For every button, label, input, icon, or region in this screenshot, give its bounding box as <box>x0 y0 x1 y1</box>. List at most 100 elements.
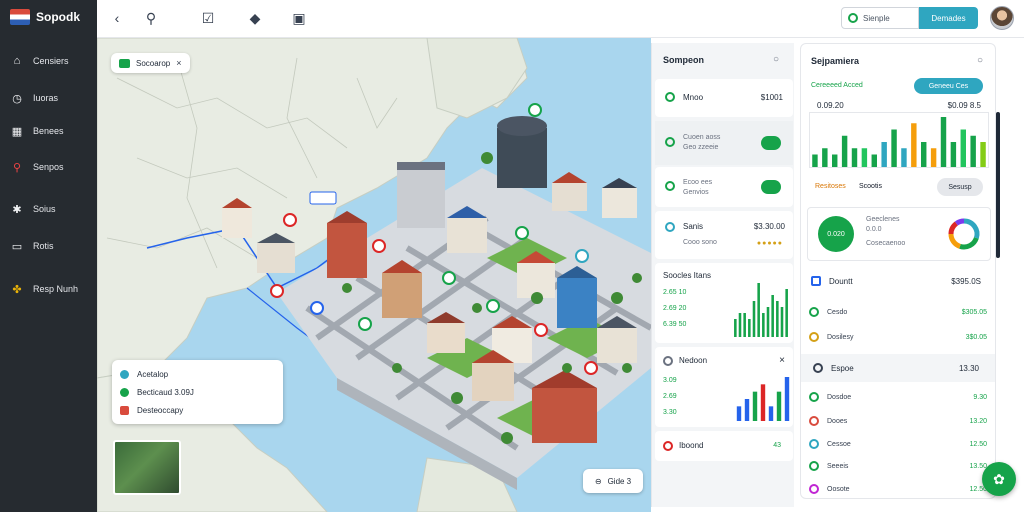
settings-icon: ✱ <box>12 203 22 216</box>
legend-label: Scootis <box>859 183 882 190</box>
row-sublabel: Genvios <box>683 189 709 196</box>
donut-slice <box>959 237 979 250</box>
chart-row-label: 3.09 <box>663 377 677 384</box>
list-item[interactable]: Oosote 12.50 <box>809 481 987 497</box>
close-icon[interactable]: × <box>779 355 785 366</box>
period-button[interactable]: Geneeu Ces <box>914 78 983 94</box>
zoom-label: Gide 3 <box>607 476 632 486</box>
settings-icon[interactable]: ○ <box>977 55 983 66</box>
sidebar-item-senpos[interactable]: ⚲ Senpos <box>11 161 64 174</box>
sidebar-item-rotis[interactable]: ▭ Rotis <box>11 240 54 253</box>
search-status-icon <box>848 13 858 23</box>
tag-icon[interactable]: ◆ <box>247 10 263 26</box>
leaf-icon: ✿ <box>993 470 1005 487</box>
monitor-icon: ▭ <box>11 240 23 253</box>
sidebar-item-label: Censiers <box>33 56 69 66</box>
legend-label: Desteoccapy <box>137 405 184 415</box>
chart-bar <box>768 406 774 421</box>
sidebar-item-benees[interactable]: ▦ Benees <box>11 125 64 138</box>
sidebar-item-resp-nunh[interactable]: ✤ Resp Nunh <box>11 283 78 296</box>
map-legend: Acetalop Becticaud 3.09J Desteoccapy <box>112 360 283 424</box>
list-item-label: Dosdoe <box>827 393 852 401</box>
legend-item[interactable]: Desteoccapy <box>120 401 275 419</box>
legend-label: Resitoses <box>815 183 846 190</box>
summary-row[interactable]: Sanis $3.30.00 Cooo sono ●●●●● <box>655 211 793 259</box>
status-icon <box>665 137 675 147</box>
settings-icon[interactable]: ○ <box>773 54 779 65</box>
section-icon <box>811 276 821 286</box>
summary-row[interactable]: Ecoo ees Genvios <box>655 167 793 207</box>
legend-dot-icon <box>120 405 129 415</box>
sidebar-item-label: Benees <box>33 126 64 136</box>
summary-row[interactable]: Cuoen aoss Geo zzeeie <box>655 121 793 165</box>
donut-slice <box>963 218 980 239</box>
inbox-icon[interactable]: ▣ <box>291 10 307 26</box>
legend-item[interactable]: Becticaud 3.09J <box>120 383 275 401</box>
floating-action-button[interactable]: ✿ <box>982 462 1016 496</box>
chart-bar <box>784 377 790 421</box>
list-item[interactable]: Cessoe 12.50 <box>809 436 987 452</box>
list-item[interactable]: Seeeis 13.50 <box>809 458 987 474</box>
status-icon <box>665 222 675 232</box>
chart-bar <box>970 135 976 167</box>
brand[interactable]: Sopodk <box>10 9 80 25</box>
avatar[interactable] <box>990 6 1014 30</box>
chart-bar <box>766 307 770 337</box>
chart-bar <box>851 148 858 167</box>
chart-frame <box>809 112 989 168</box>
search-input[interactable]: Sienple <box>841 7 919 29</box>
map-view[interactable]: Socoarop × Acetalop Becticaud 3.09J Dest… <box>97 38 651 512</box>
donut-card: 0.020 Geeclenes 0.0.0 Cosecaenoo <box>807 207 991 261</box>
donut-sublabel: Cosecaenoo <box>866 240 906 247</box>
list-item[interactable]: Dosilesy 3$0.05 <box>809 329 987 345</box>
chart-bar <box>841 135 848 167</box>
sidebar-item-label: Iuoras <box>33 93 59 103</box>
filter-button[interactable]: Sesusp <box>937 178 983 196</box>
legend-item[interactable]: Acetalop <box>120 365 275 383</box>
back-icon[interactable]: ‹ <box>109 10 125 26</box>
sidebar-item-soius[interactable]: ✱ Soius <box>11 203 55 216</box>
section-header[interactable]: Dountt $395.0S <box>807 270 991 292</box>
chart-bar <box>744 399 750 421</box>
home-icon: ⌂ <box>13 55 21 67</box>
street-view-thumbnail[interactable] <box>113 440 181 495</box>
sidebar-item-censiers[interactable]: ⌂ Censiers <box>11 55 69 67</box>
primary-button[interactable]: Demades <box>919 7 978 29</box>
status-icon <box>809 307 819 317</box>
checkbox-icon[interactable]: ☑ <box>200 10 216 26</box>
list-item[interactable]: Dosdoe 9.30 <box>809 389 987 405</box>
sidebar-item-iuoras[interactable]: ◷ Iuoras <box>11 92 59 105</box>
top-bar: ‹ ⚲ ☑ ◆ ▣ Sienple Demades <box>97 0 1024 38</box>
donut-slice <box>948 221 959 235</box>
row-label: Sanis <box>683 222 704 231</box>
donut-value: 0.0.0 <box>866 226 882 233</box>
scrollbar[interactable] <box>996 112 1000 258</box>
summary-row[interactable]: Mnoo $1001 <box>655 79 793 117</box>
zoom-button[interactable]: ⊖ Gide 3 <box>583 469 643 493</box>
list-item[interactable]: Cesdo $305.05 <box>809 304 987 320</box>
toggle-switch[interactable] <box>761 180 781 194</box>
search-icon[interactable]: ⚲ <box>143 10 159 26</box>
chart-title: Nedoon <box>679 356 708 365</box>
summary-row[interactable]: Iboond 43 <box>655 431 793 461</box>
stat-value: 0.09.20 <box>817 101 844 110</box>
chart-bar <box>752 391 758 421</box>
chip-label: Socoarop <box>136 58 171 68</box>
chart-bar <box>738 313 742 337</box>
rating-icon: ●●●●● <box>756 240 783 247</box>
toggle-switch[interactable] <box>761 136 781 150</box>
puzzle-icon: ✤ <box>12 283 22 296</box>
section-header[interactable]: Espoe 13.30 <box>801 354 995 382</box>
status-icon <box>809 439 819 449</box>
list-item[interactable]: Dooes 13.20 <box>809 413 987 429</box>
legend-dot-icon <box>120 387 129 397</box>
analytics-panel: Sejpamiera ○ Cereeeed Acced Geneeu Ces 0… <box>800 43 996 499</box>
list-item-label: Cesdo <box>827 308 848 316</box>
chart-bar <box>871 154 877 167</box>
sidebar-item-label: Senpos <box>33 162 64 172</box>
map-filter-chip[interactable]: Socoarop × <box>111 53 190 73</box>
section-value: $395.0S <box>951 276 981 286</box>
donut-chart <box>948 218 980 250</box>
list-item-label: Cessoe <box>827 440 851 448</box>
chip-close-icon[interactable]: × <box>176 58 181 68</box>
